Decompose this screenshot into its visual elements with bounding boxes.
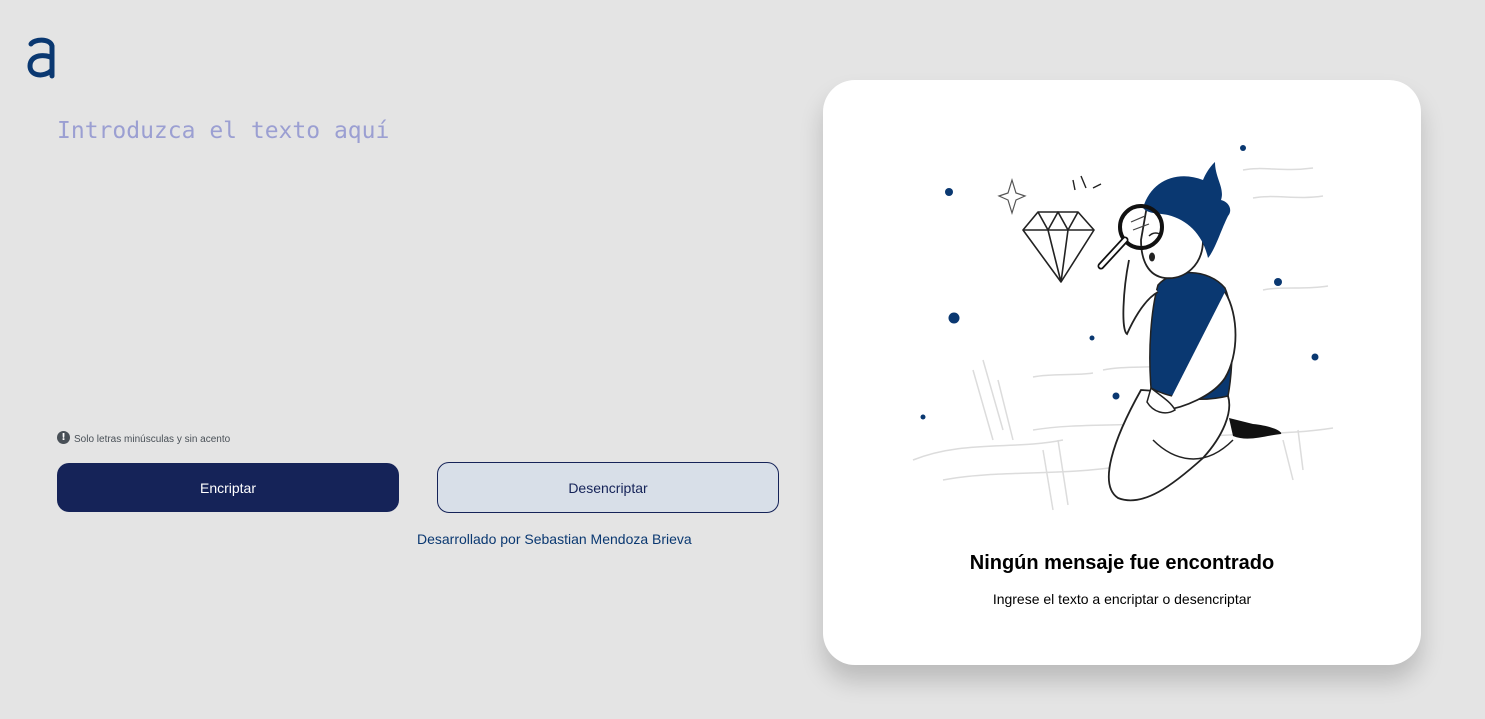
encrypt-button[interactable]: Encriptar <box>57 463 399 512</box>
footer-credit: Desarrollado por Sebastian Mendoza Briev… <box>417 531 692 547</box>
exclamation-circle-icon: ! <box>57 431 70 444</box>
alura-logo-icon <box>26 36 58 80</box>
hint-text: Solo letras minúsculas y sin acento <box>74 434 231 445</box>
output-card: Ningún mensaje fue encontrado Ingrese el… <box>823 80 1421 665</box>
magnifying-glass-person-diamond-illustration <box>903 140 1343 540</box>
decrypt-button[interactable]: Desencriptar <box>437 462 779 513</box>
no-message-subtitle: Ingrese el texto a encriptar o desencrip… <box>992 591 1252 607</box>
no-message-title: Ningún mensaje fue encontrado <box>969 552 1275 574</box>
input-hint: ! Solo letras minúsculas y sin acento <box>57 430 230 445</box>
text-input[interactable] <box>57 112 777 412</box>
